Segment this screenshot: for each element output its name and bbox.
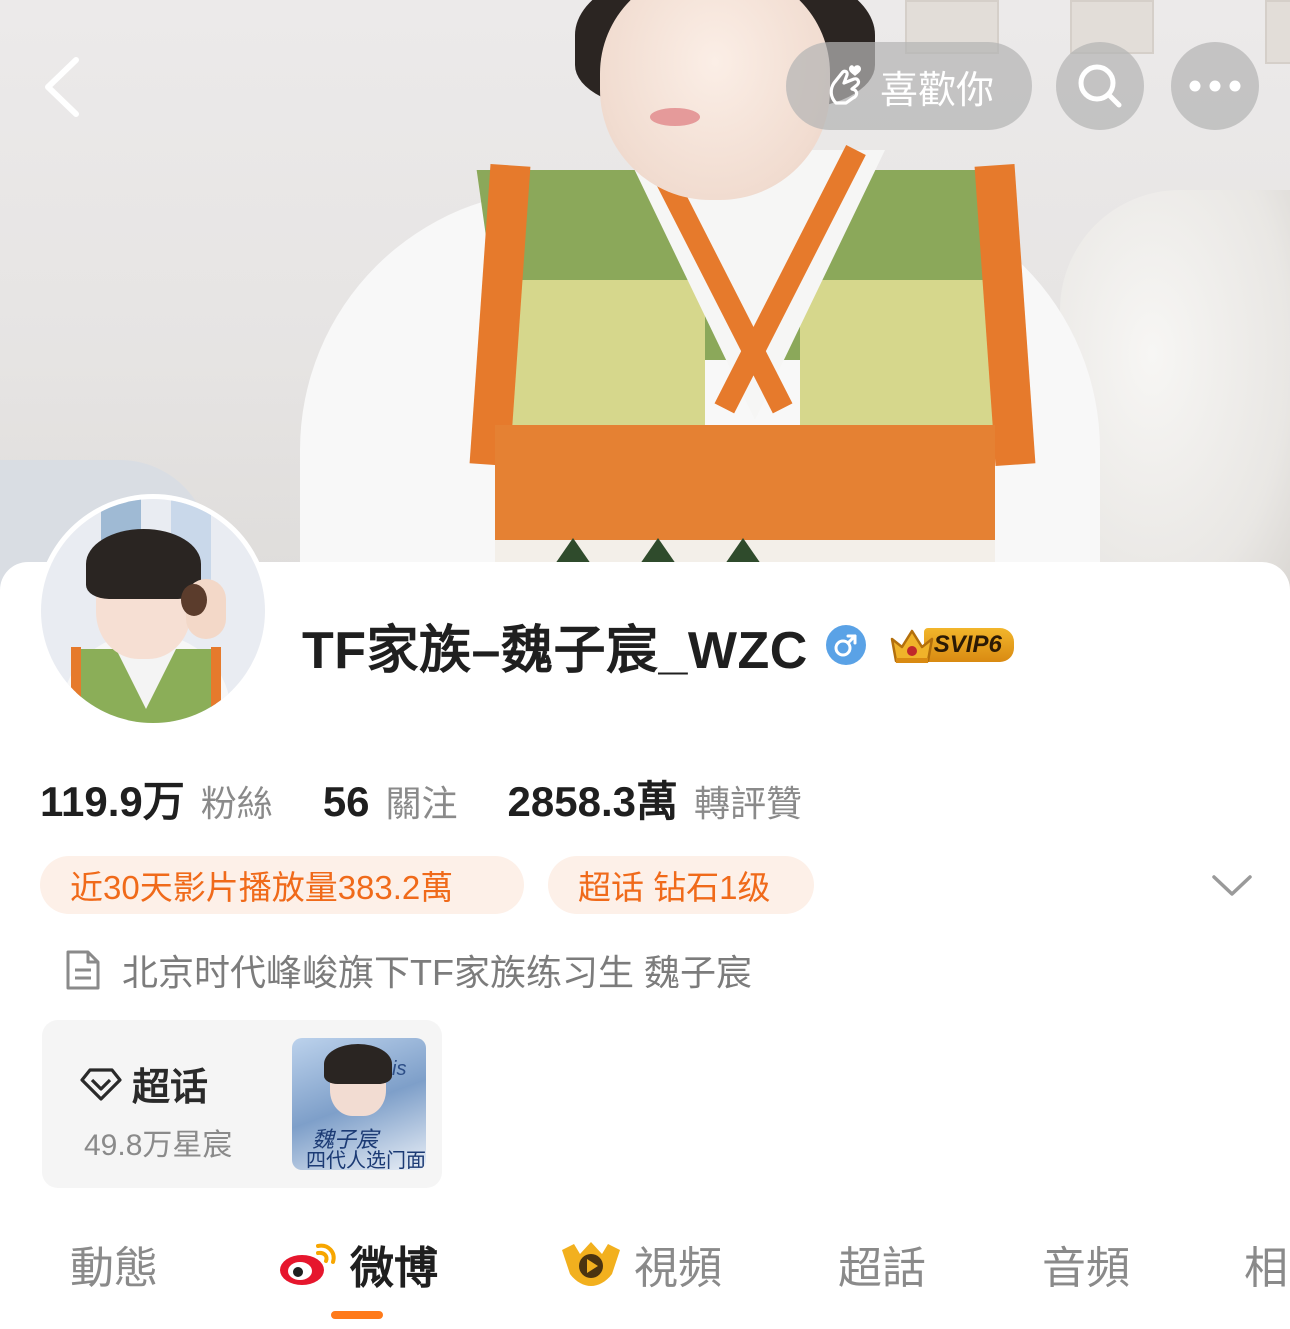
avatar-image <box>41 499 265 723</box>
thumbnail-text: is <box>392 1058 407 1080</box>
stat-following[interactable]: 56 關注 <box>323 775 458 827</box>
tab-dynamics[interactable]: 動態 <box>70 1224 158 1304</box>
stat-value: 119.9万 <box>40 778 185 825</box>
wall-photo <box>1265 0 1290 64</box>
document-icon <box>66 950 100 990</box>
stat-interactions[interactable]: 2858.3萬 轉評贊 <box>508 768 802 829</box>
tab-label: 微博 <box>350 1244 438 1293</box>
weibo-logo-icon <box>280 1243 336 1285</box>
avatar-badge <box>181 584 207 616</box>
cover-vest-tree <box>640 538 676 564</box>
active-tab-indicator <box>331 1311 383 1319</box>
supertopic-title-row: 超话 <box>80 1056 208 1111</box>
bio-row: 北京时代峰峻旗下TF家族练习生 魏子宸 <box>64 942 752 998</box>
video-plays-tag[interactable]: 近30天影片播放量383.2萬 <box>40 856 524 914</box>
tab-supertopic[interactable]: 超話 <box>838 1224 926 1304</box>
diamond-icon <box>80 1067 122 1101</box>
back-arrow-icon <box>45 57 79 117</box>
cover-vest-tree <box>555 538 591 564</box>
profile-name-row: TF家族–魏子宸_WZC SVIP6 <box>302 610 1014 680</box>
like-you-label: 喜歡你 <box>879 69 994 112</box>
stat-value: 2858.3萬 <box>507 778 679 825</box>
search-icon <box>1078 64 1122 108</box>
like-you-button[interactable]: 喜歡你 <box>786 42 1032 130</box>
thumbnail-text: 四代人选门面 <box>306 1148 426 1170</box>
back-button[interactable] <box>32 52 92 122</box>
profile-name: TF家族–魏子宸_WZC <box>302 621 808 680</box>
video-badge-icon <box>562 1242 620 1286</box>
tab-photos[interactable]: 相 <box>1244 1224 1288 1304</box>
finger-heart-icon <box>829 65 861 105</box>
cover-vest <box>495 280 705 430</box>
tab-label: 超話 <box>838 1244 926 1293</box>
male-icon <box>825 625 866 665</box>
svip-label: SVIP6 <box>923 628 1014 662</box>
more-icon <box>1189 80 1241 92</box>
supertopic-card[interactable]: 超话 49.8万星宸 is 魏子宸 四代人选门面 <box>42 1020 442 1188</box>
tab-audio[interactable]: 音頻 <box>1042 1224 1130 1304</box>
profile-stats: 119.9万 粉絲 56 關注 2858.3萬 轉評贊 <box>40 768 802 827</box>
stat-label: 關注 <box>385 783 458 824</box>
tab-label: 動態 <box>70 1244 158 1293</box>
tab-label: 視頻 <box>634 1244 722 1293</box>
svip-badge[interactable]: SVIP6 <box>888 623 1014 667</box>
tab-label: 音頻 <box>1042 1244 1130 1293</box>
chevron-down-icon <box>1212 875 1252 896</box>
thumbnail-hair <box>324 1044 392 1084</box>
search-button[interactable] <box>1056 42 1144 130</box>
cover-person-lips <box>650 108 700 126</box>
stat-value: 56 <box>322 778 370 825</box>
tab-videos[interactable]: 視頻 <box>560 1224 722 1304</box>
supertopic-member-count: 49.8万星宸 <box>84 1129 233 1162</box>
cover-vest-tree <box>725 538 761 564</box>
supertopic-title: 超话 <box>132 1067 209 1109</box>
tab-label: 相 <box>1244 1244 1288 1293</box>
bio-text: 北京时代峰峻旗下TF家族练习生 魏子宸 <box>122 952 752 993</box>
tab-weibo[interactable]: 微博 <box>278 1224 438 1304</box>
supertopic-level-tag[interactable]: 超话 钻石1级 <box>548 856 814 914</box>
crown-icon <box>888 625 934 665</box>
avatar[interactable] <box>36 494 270 728</box>
expand-button[interactable] <box>1210 868 1254 902</box>
more-button[interactable] <box>1171 42 1259 130</box>
stat-label: 轉評贊 <box>694 783 803 824</box>
stat-label: 粉絲 <box>200 783 273 824</box>
stat-followers[interactable]: 119.9万 粉絲 <box>40 768 273 829</box>
profile-tabs: 動態 微博 視頻 超話 音頻 相 <box>0 1224 1290 1304</box>
supertopic-thumbnail[interactable]: is 魏子宸 四代人选门面 <box>292 1038 426 1170</box>
cover-vest <box>800 280 1000 430</box>
